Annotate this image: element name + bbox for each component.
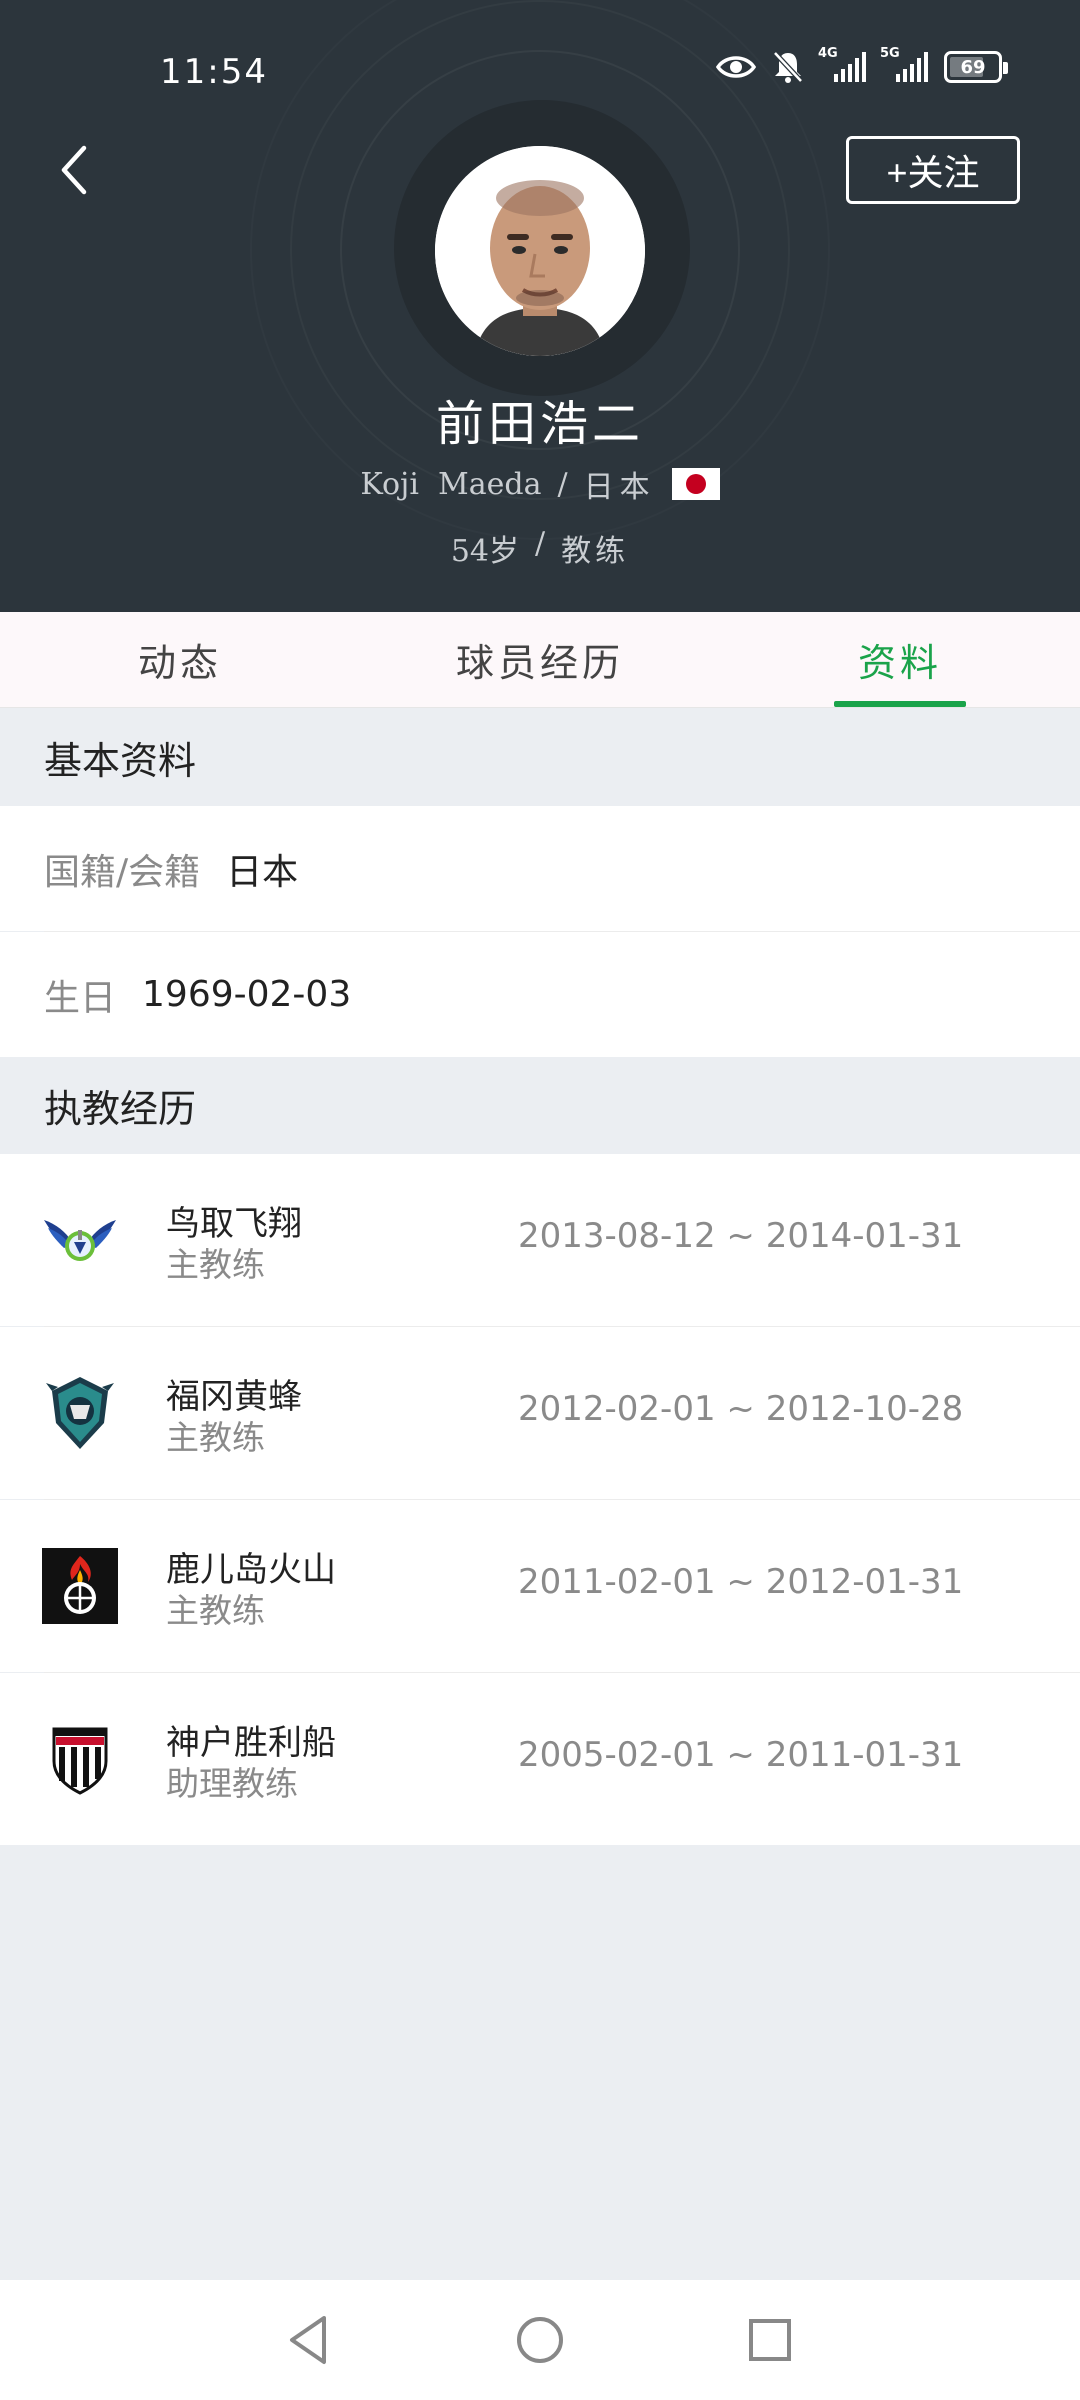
birthday-value: 1969-02-03 <box>142 974 352 1015</box>
coach-role: 主教练 <box>166 1418 265 1457</box>
battery-icon: 69 <box>944 51 1008 83</box>
profile-header: 11:54 4G 5G 69 +关注 前田浩二 Koji Maeda / 日本 … <box>0 0 1080 612</box>
system-navigation-bar <box>0 2280 1080 2400</box>
nationality-value: 日本 <box>226 851 299 893</box>
eye-icon <box>716 53 756 81</box>
signal-5g-icon: 5G <box>880 46 928 82</box>
separator: / <box>557 466 568 502</box>
birthday-row: 生日 1969-02-03 <box>0 932 1080 1057</box>
role: 教练 <box>561 534 630 569</box>
volca-kagoshima-logo-icon <box>42 1548 118 1624</box>
avatar <box>435 146 645 356</box>
battery-level: 69 <box>960 56 986 78</box>
status-bar: 11:54 4G 5G 69 <box>0 40 1080 100</box>
age-role-line: 54岁 / 教练 <box>0 526 1080 570</box>
circle-home-icon <box>517 2317 563 2363</box>
chevron-left-icon <box>61 145 87 195</box>
coaching-dates: 2011-02-01 ~ 2012-01-31 <box>518 1562 964 1602</box>
coach-role: 主教练 <box>166 1245 265 1284</box>
coaching-dates: 2005-02-01 ~ 2011-01-31 <box>518 1735 964 1775</box>
coaching-item[interactable]: 鸟取飞翔 主教练 2013-08-12 ~ 2014-01-31 <box>0 1154 1080 1326</box>
age: 54岁 <box>450 534 520 569</box>
country: 日本 <box>583 470 656 505</box>
tab-bar: 动态 球员经历 资料 <box>0 612 1080 708</box>
tab-news[interactable]: 动态 <box>0 612 360 707</box>
coach-portrait <box>435 146 645 356</box>
coach-role: 助理教练 <box>166 1764 298 1803</box>
nav-recents-button[interactable] <box>738 2308 802 2372</box>
birthday-label: 生日 <box>44 977 117 1019</box>
tab-profile[interactable]: 资料 <box>720 612 1080 707</box>
follow-button[interactable]: +关注 <box>846 136 1020 204</box>
vissel-kobe-logo-icon <box>52 1727 108 1795</box>
avispa-fukuoka-logo-icon <box>46 1377 114 1449</box>
coaching-dates: 2013-08-12 ~ 2014-01-31 <box>518 1216 964 1256</box>
coaching-item[interactable]: 福冈黄蜂 主教练 2012-02-01 ~ 2012-10-28 <box>0 1327 1080 1499</box>
tab-player-career[interactable]: 球员经历 <box>360 612 720 707</box>
status-time: 11:54 <box>160 52 268 92</box>
gainare-tottori-logo-icon <box>44 1220 116 1261</box>
triangle-back-icon <box>290 2316 326 2364</box>
signal-4g-icon: 4G <box>818 46 866 82</box>
network-type-label: 4G <box>818 46 838 61</box>
separator: / <box>535 526 546 561</box>
nationality-row: 国籍/会籍 日本 <box>0 806 1080 931</box>
nationality-label: 国籍/会籍 <box>44 851 201 893</box>
coach-name: 前田浩二 <box>435 396 644 452</box>
nav-home-button[interactable] <box>508 2308 572 2372</box>
nav-back-button[interactable] <box>276 2308 340 2372</box>
japan-flag-icon <box>671 468 720 500</box>
mute-bell-icon <box>772 50 804 84</box>
status-icons: 4G 5G 69 <box>716 46 1008 84</box>
coaching-item[interactable]: 神户胜利船 助理教练 2005-02-01 ~ 2011-01-31 <box>0 1673 1080 1845</box>
name-country-line: Koji Maeda / 日本 <box>0 462 1080 506</box>
back-button[interactable] <box>52 140 102 200</box>
coaching-item[interactable]: 鹿儿岛火山 主教练 2011-02-01 ~ 2012-01-31 <box>0 1500 1080 1672</box>
basic-info-header: 基本资料 <box>0 709 1080 805</box>
english-name: Koji Maeda <box>360 466 542 502</box>
network-type-label: 5G <box>880 46 900 61</box>
square-recents-icon <box>749 2319 791 2361</box>
coaching-history-header: 执教经历 <box>0 1057 1080 1153</box>
coaching-dates: 2012-02-01 ~ 2012-10-28 <box>518 1389 964 1429</box>
coach-role: 主教练 <box>166 1591 265 1630</box>
